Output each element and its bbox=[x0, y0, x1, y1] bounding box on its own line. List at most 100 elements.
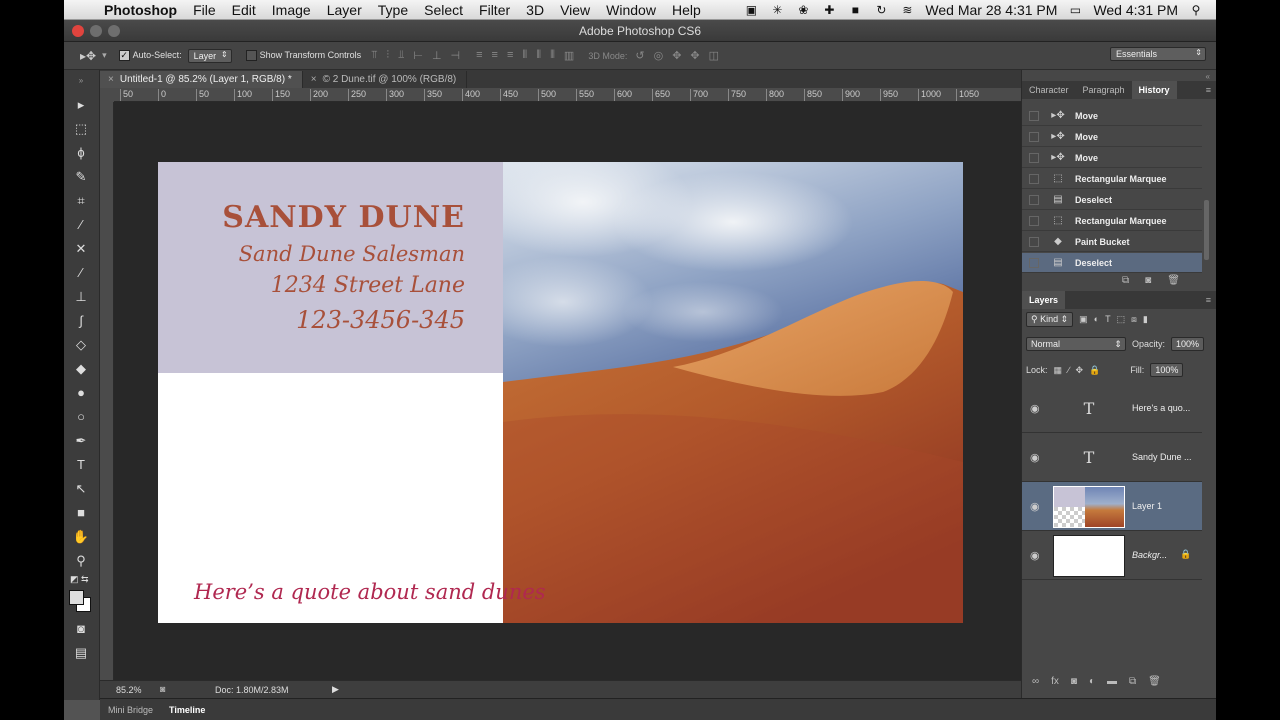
layer-row[interactable]: ◉ Backgr... 🔒 bbox=[1022, 531, 1202, 580]
history-item[interactable]: ▤ Deselect bbox=[1022, 190, 1202, 210]
filter-smart-object-icon[interactable]: ⧈ bbox=[1131, 314, 1137, 325]
lock-transparent-icon[interactable]: ▦ bbox=[1054, 365, 1063, 376]
align-right-icon[interactable]: ⊣ bbox=[451, 49, 461, 62]
auto-select-dropdown[interactable]: Layer bbox=[187, 48, 232, 63]
hand-tool-icon[interactable]: ✋ bbox=[70, 528, 92, 546]
distribute-vcenter-icon[interactable]: ≡ bbox=[492, 49, 498, 62]
path-select-tool-icon[interactable]: ↖ bbox=[70, 480, 92, 498]
tab-untitled-1[interactable]: × Untitled-1 @ 85.2% (Layer 1, RGB/8) * bbox=[100, 71, 303, 88]
healing-brush-tool-icon[interactable]: ✕ bbox=[70, 240, 92, 258]
filter-type-icon[interactable]: T bbox=[1105, 314, 1111, 324]
distribute-hcenter-icon[interactable]: ⦀ bbox=[536, 49, 541, 62]
export-icon[interactable]: ◙ bbox=[160, 684, 165, 694]
collapse-panel-icon[interactable]: « bbox=[1206, 72, 1210, 81]
history-item[interactable]: ◆ Paint Bucket bbox=[1022, 232, 1202, 252]
menu-edit[interactable]: Edit bbox=[224, 2, 264, 18]
tab-character[interactable]: Character bbox=[1022, 81, 1076, 99]
opacity-input[interactable]: 100% bbox=[1170, 337, 1204, 351]
align-top-icon[interactable]: ⫪ bbox=[371, 49, 377, 62]
close-tab-icon[interactable]: × bbox=[108, 74, 114, 85]
rectangle-tool-icon[interactable]: ■ bbox=[70, 504, 92, 522]
3d-scale-icon[interactable]: ◫ bbox=[709, 49, 719, 62]
snapshot-checkbox[interactable] bbox=[1029, 152, 1039, 163]
layer-row[interactable]: ◉ T Sandy Dune ... bbox=[1022, 433, 1202, 482]
filter-shape-icon[interactable]: ⬚ bbox=[1117, 314, 1126, 325]
menubar-clock[interactable]: Wed 4:31 PM bbox=[1093, 2, 1178, 18]
chevron-down-icon[interactable]: ▾ bbox=[102, 50, 107, 61]
visibility-eye-icon[interactable]: ◉ bbox=[1030, 402, 1040, 415]
snapshot-checkbox[interactable] bbox=[1029, 194, 1039, 205]
fill-input[interactable]: 100% bbox=[1150, 363, 1184, 377]
zoom-tool-icon[interactable]: ⚲ bbox=[70, 552, 92, 570]
blend-mode-dropdown[interactable]: Normal ⇕ bbox=[1026, 337, 1126, 351]
lasso-tool-icon[interactable]: ϕ bbox=[70, 144, 92, 162]
spotlight-search-icon[interactable]: ⚲ bbox=[1188, 3, 1204, 17]
tab-timeline[interactable]: Timeline bbox=[161, 705, 213, 715]
status-menu-arrow-icon[interactable]: ▶ bbox=[332, 684, 339, 695]
3d-pan-icon[interactable]: ✥ bbox=[672, 49, 681, 62]
colorsync-icon[interactable]: ❀ bbox=[795, 3, 811, 17]
panel-menu-icon[interactable]: ≡ bbox=[1206, 295, 1211, 305]
trash-icon[interactable]: 🗑 bbox=[1167, 275, 1180, 286]
horizontal-ruler[interactable]: 50 0 50 100 150 200 250 300 350 400 450 … bbox=[114, 88, 1021, 102]
align-left-icon[interactable]: ⊢ bbox=[413, 49, 423, 62]
history-item-current[interactable]: ▤ Deselect bbox=[1022, 253, 1202, 273]
dodge-tool-icon[interactable]: ○ bbox=[70, 408, 92, 426]
tab-paragraph[interactable]: Paragraph bbox=[1076, 81, 1132, 99]
menu-view[interactable]: View bbox=[552, 2, 598, 18]
brush-tool-icon[interactable]: ∕ bbox=[70, 264, 92, 282]
history-item[interactable]: ▸✥ Move bbox=[1022, 127, 1202, 147]
menu-select[interactable]: Select bbox=[416, 2, 471, 18]
move-tool-preset-icon[interactable]: ▸✥ bbox=[80, 49, 96, 63]
auto-align-icon[interactable]: ▥ bbox=[564, 49, 574, 62]
zoom-level[interactable]: 85.2% bbox=[116, 685, 142, 695]
wifi-icon[interactable]: ≋ bbox=[899, 3, 915, 17]
history-item[interactable]: ⬚ Rectangular Marquee bbox=[1022, 211, 1202, 231]
business-card-canvas[interactable]: SANDY DUNE Sand Dune Salesman 1234 Stree… bbox=[158, 162, 963, 623]
new-layer-icon[interactable]: ⧉ bbox=[1129, 676, 1136, 687]
add-mask-icon[interactable]: ◙ bbox=[1071, 676, 1077, 687]
ruler-origin[interactable] bbox=[100, 88, 114, 102]
paint-bucket-tool-icon[interactable]: ◆ bbox=[70, 360, 92, 378]
layer-style-icon[interactable]: fx bbox=[1051, 676, 1059, 687]
adjustment-layer-icon[interactable]: ◐ bbox=[1089, 676, 1095, 687]
filter-kind-dropdown[interactable]: ⚲ Kind ⇕ bbox=[1026, 311, 1074, 327]
marquee-tool-icon[interactable]: ⬚ bbox=[70, 120, 92, 138]
menu-image[interactable]: Image bbox=[264, 2, 319, 18]
layer-row-selected[interactable]: ◉ Layer 1 bbox=[1022, 482, 1202, 531]
battery-icon[interactable]: ▭ bbox=[1067, 3, 1083, 17]
brightness-icon[interactable]: ✳ bbox=[769, 3, 785, 17]
menu-file[interactable]: File bbox=[185, 2, 224, 18]
snapshot-checkbox[interactable] bbox=[1029, 110, 1039, 121]
quick-mask-icon[interactable]: ◙ bbox=[70, 620, 92, 638]
menu-type[interactable]: Type bbox=[370, 2, 416, 18]
align-bottom-icon[interactable]: ⫫ bbox=[398, 49, 404, 62]
pen-tool-icon[interactable]: ✒ bbox=[70, 432, 92, 450]
type-tool-icon[interactable]: T bbox=[70, 456, 92, 474]
menu-layer[interactable]: Layer bbox=[319, 2, 370, 18]
show-transform-checkbox[interactable]: Show Transform Controls bbox=[245, 50, 361, 62]
evernote-icon[interactable]: ■ bbox=[847, 3, 863, 17]
snapshot-checkbox[interactable] bbox=[1029, 173, 1039, 184]
eraser-tool-icon[interactable]: ◇ bbox=[70, 336, 92, 354]
lock-all-icon[interactable]: 🔒 bbox=[1089, 365, 1100, 376]
filter-pixel-icon[interactable]: ▣ bbox=[1079, 314, 1088, 325]
snapshot-checkbox[interactable] bbox=[1029, 236, 1039, 247]
distribute-right-icon[interactable]: ⦀ bbox=[550, 49, 555, 62]
screen-record-icon[interactable]: ▣ bbox=[743, 3, 759, 17]
vertical-ruler[interactable] bbox=[100, 102, 114, 680]
panel-menu-icon[interactable]: ≡ bbox=[1206, 85, 1211, 95]
tab-history[interactable]: History bbox=[1131, 81, 1177, 99]
snapshot-checkbox[interactable] bbox=[1029, 257, 1039, 268]
history-item[interactable]: ⬚ Rectangular Marquee bbox=[1022, 169, 1202, 189]
trash-icon[interactable]: 🗑 bbox=[1148, 676, 1161, 687]
3d-slide-icon[interactable]: ✥ bbox=[690, 49, 699, 62]
sync-icon[interactable]: ↻ bbox=[873, 3, 889, 17]
history-item[interactable]: ▸✥ Move bbox=[1022, 106, 1202, 126]
collapse-panel-icon[interactable]: » bbox=[70, 72, 92, 90]
workspace-switcher[interactable]: Essentials bbox=[1110, 47, 1206, 61]
foreground-color-swatch[interactable] bbox=[69, 590, 84, 605]
distribute-left-icon[interactable]: ⦀ bbox=[522, 49, 527, 62]
distribute-bottom-icon[interactable]: ≡ bbox=[507, 49, 513, 62]
menubar-clock-date[interactable]: Wed Mar 28 4:31 PM bbox=[925, 2, 1057, 18]
